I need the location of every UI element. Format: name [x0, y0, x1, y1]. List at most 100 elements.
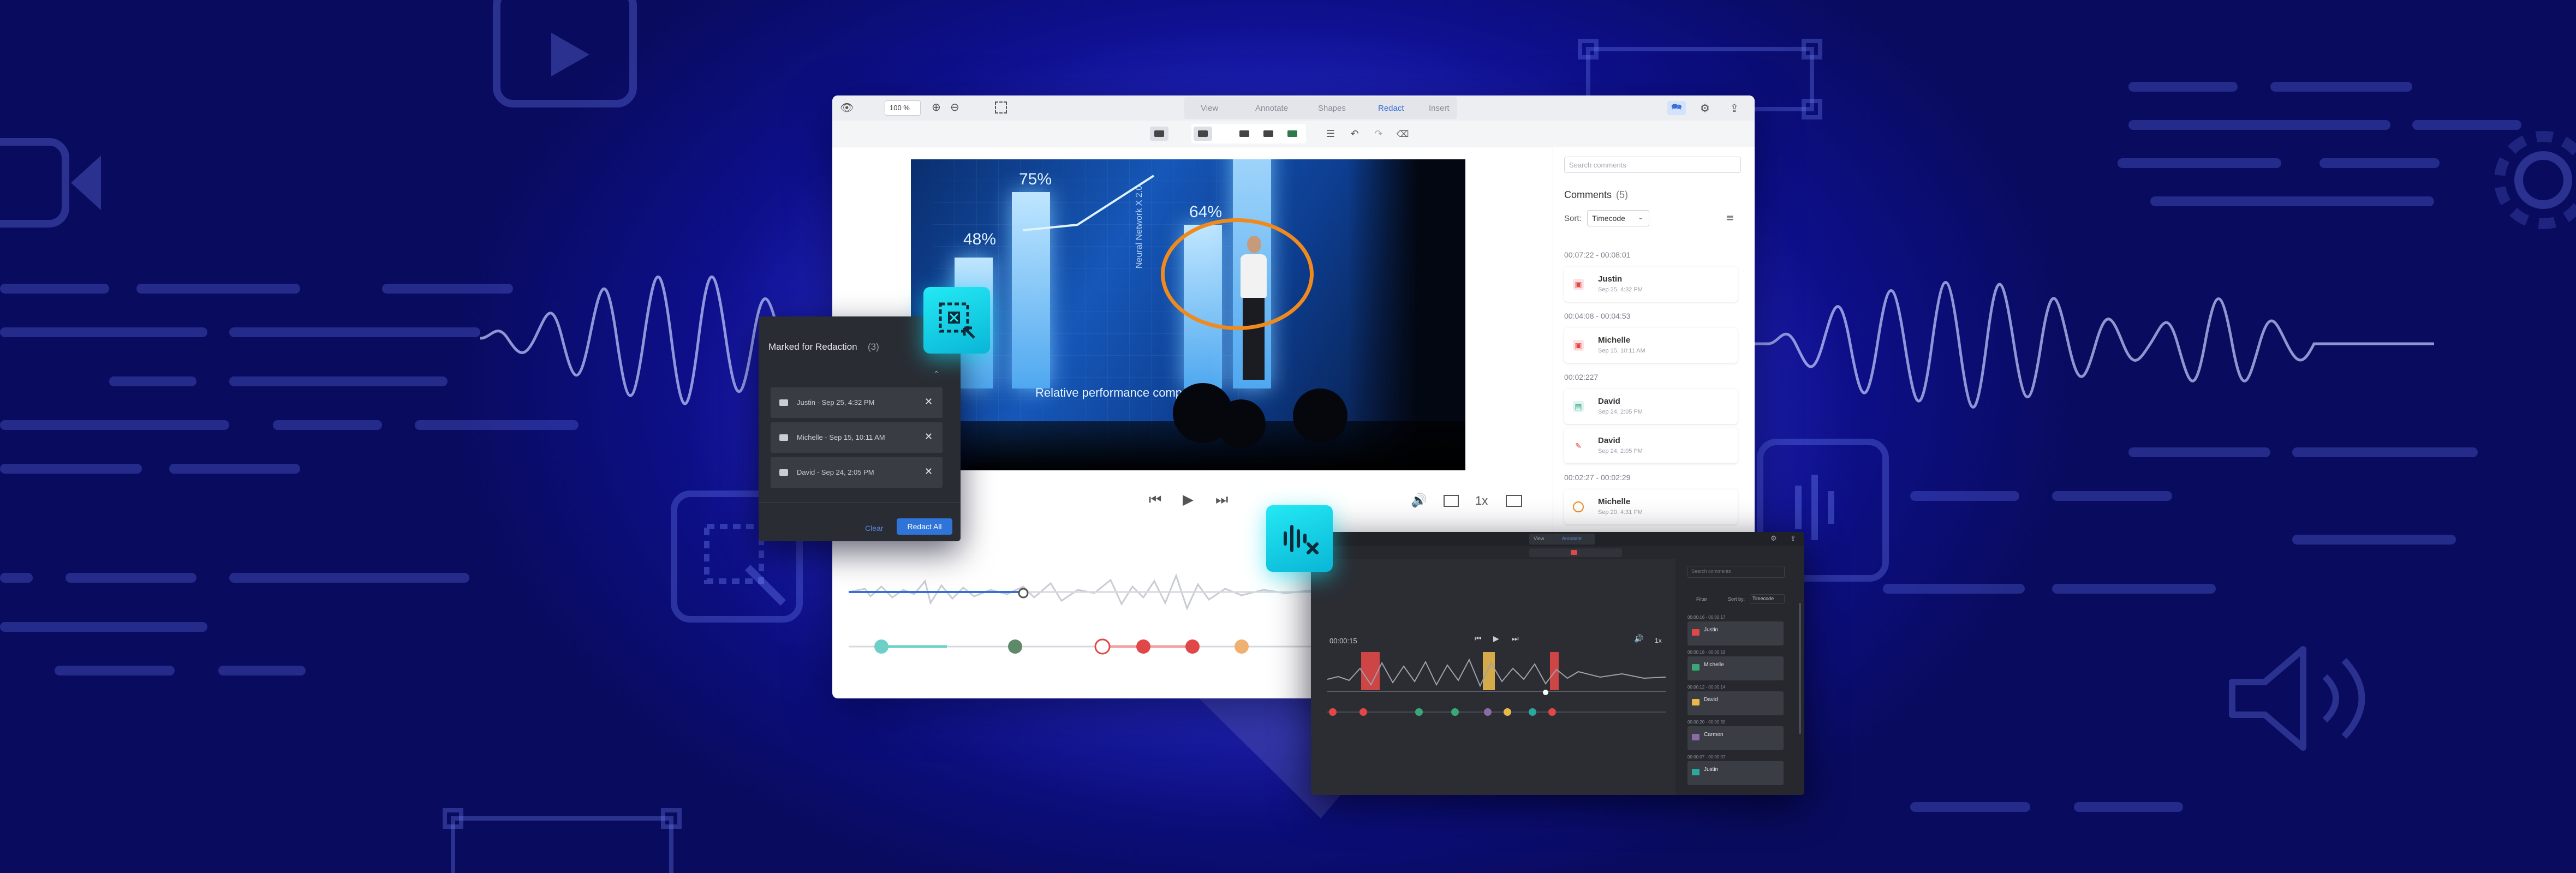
audio-waveform[interactable] — [849, 565, 1351, 619]
skip-forward-icon[interactable]: ⏭ — [1512, 635, 1519, 643]
speed-label[interactable]: 1x — [1475, 494, 1488, 508]
redaction-item[interactable]: Michelle - Sep 15, 10:11 AM ✕ — [771, 422, 943, 453]
dark-tab-annotate[interactable]: Annotate — [1562, 536, 1582, 541]
redact-area-badge — [923, 287, 990, 354]
tab-strip: View Annotate Shapes Redact Insert — [1184, 97, 1457, 119]
dark-sort-select[interactable]: Timecode — [1750, 594, 1785, 604]
zoom-select[interactable]: 100 % — [885, 100, 921, 116]
video-frame[interactable]: 48% 75% 64% Neural Network X 2.0 Relativ… — [911, 159, 1465, 470]
pen-icon: ✎ — [1575, 441, 1582, 450]
dark-comment-card[interactable]: Michelle — [1687, 656, 1784, 680]
dark-comment-card[interactable]: Justin — [1687, 761, 1784, 785]
text-comment-icon — [1692, 734, 1700, 740]
eraser-button[interactable]: ⌫ — [1393, 127, 1412, 141]
export-icon[interactable]: ⇪ — [1790, 535, 1796, 543]
volume-icon[interactable]: 🔊 — [1411, 493, 1427, 508]
comment-card[interactable]: Michelle Sep 20, 4:31 PM — [1564, 489, 1738, 524]
redact-comment-icon: ▣ — [1573, 279, 1584, 290]
zoom-out-icon[interactable]: ⊖ — [950, 100, 959, 113]
redact-audio-button[interactable] — [1283, 127, 1302, 141]
tab-insert[interactable]: Insert — [1429, 104, 1450, 113]
redact-face-icon — [1239, 130, 1249, 137]
loop-icon[interactable] — [1444, 495, 1459, 507]
settings-button[interactable]: ⚙ — [1696, 101, 1714, 115]
eye-icon[interactable]: 👁 — [840, 101, 854, 114]
zoom-in-icon[interactable]: ⊕ — [932, 100, 941, 113]
dark-tab-view[interactable]: View — [1534, 536, 1544, 541]
audience-head — [1217, 399, 1266, 449]
comments-icon: 🗪 — [1671, 101, 1682, 112]
volume-icon[interactable]: 🔊 — [1634, 635, 1643, 643]
dark-speed[interactable]: 1x — [1655, 637, 1662, 644]
dark-topbar: View Annotate ⚙ ⇪ — [1311, 532, 1804, 546]
undo-button[interactable]: ↶ — [1345, 127, 1364, 141]
play-icon[interactable]: ▶ — [1493, 635, 1499, 643]
dark-comment-author: Carmen — [1704, 732, 1724, 738]
redaction-list-button[interactable]: ☰ — [1321, 127, 1340, 141]
comment-author: Michelle — [1598, 497, 1631, 506]
dark-marker-track[interactable] — [1327, 705, 1677, 719]
close-icon[interactable]: ✕ — [925, 431, 933, 443]
comment-author: Justin — [1598, 274, 1623, 284]
redaction-item[interactable]: David - Sep 24, 2:05 PM ✕ — [771, 457, 943, 488]
text-comment-icon — [1692, 664, 1700, 671]
redact-comment-icon — [1692, 629, 1700, 636]
sort-select[interactable]: Timecode ⌄ — [1587, 210, 1649, 226]
redact-object-button[interactable] — [1259, 127, 1278, 141]
close-icon[interactable]: ✕ — [925, 466, 933, 477]
gear-icon[interactable]: ⚙ — [1770, 535, 1777, 543]
redact-video-button[interactable] — [1150, 127, 1168, 141]
dark-search-input[interactable]: Search comments — [1687, 566, 1785, 578]
tab-view[interactable]: View — [1201, 104, 1218, 113]
dark-comment-card[interactable]: Carmen — [1687, 726, 1784, 750]
dark-comment-range: 00:00:16 - 00:00:17 — [1687, 615, 1726, 620]
comments-toggle-button[interactable]: 🗪 — [1667, 101, 1686, 115]
fullscreen-icon[interactable] — [1506, 495, 1522, 507]
comment-card[interactable]: ▤ David Sep 24, 2:05 PM — [1564, 389, 1738, 424]
comments-search-input[interactable]: Search comments — [1564, 157, 1741, 173]
dark-filter-label[interactable]: Filter — [1696, 596, 1707, 602]
comment-card[interactable]: ▣ Justin Sep 25, 4:32 PM — [1564, 267, 1738, 302]
dark-search-placeholder: Search comments — [1691, 569, 1731, 574]
dark-comment-range: 00:00:20 - 00:00:30 — [1687, 720, 1726, 725]
scrollbar[interactable] — [1799, 603, 1801, 734]
chevron-up-icon[interactable]: ⌃ — [933, 370, 940, 379]
tab-annotate[interactable]: Annotate — [1255, 104, 1288, 113]
close-icon[interactable]: ✕ — [925, 396, 933, 408]
dark-comment-card[interactable]: David — [1687, 691, 1784, 715]
highlight-ellipse[interactable] — [1161, 218, 1314, 330]
redaction-item[interactable]: Justin - Sep 25, 4:32 PM ✕ — [771, 387, 943, 418]
tab-shapes[interactable]: Shapes — [1318, 104, 1346, 113]
skip-back-icon[interactable]: ⏮ — [1149, 492, 1161, 509]
filter-icon[interactable]: ≡ — [1726, 212, 1734, 224]
redact-toolbar: ☰ ↶ ↷ ⌫ — [832, 121, 1755, 147]
export-button[interactable]: ⇪ — [1725, 101, 1744, 115]
dark-comment-range: 00:00:12 - 00:00:14 — [1687, 685, 1726, 690]
slide-caption: Relative performance compari — [1035, 386, 1196, 399]
sort-value: Timecode — [1592, 214, 1625, 223]
skip-back-icon[interactable]: ⏮ — [1475, 635, 1482, 643]
dark-comment-card[interactable]: Justin — [1687, 621, 1784, 645]
redo-button[interactable]: ↷ — [1369, 127, 1388, 141]
redact-all-button[interactable]: Redact All — [897, 518, 952, 535]
redact-audio-icon[interactable] — [1571, 550, 1577, 555]
tab-redact[interactable]: Redact — [1378, 104, 1404, 113]
comment-card[interactable]: ▣ Michelle Sep 15, 10:11 AM — [1564, 328, 1738, 363]
play-icon[interactable]: ▶ — [1183, 492, 1194, 508]
chevron-down-icon: ⌄ — [1638, 213, 1644, 221]
comment-author: David — [1598, 397, 1620, 406]
redact-area-button[interactable] — [1194, 127, 1212, 141]
dark-audio-waveform[interactable] — [1327, 647, 1677, 696]
dark-comment-range: 00:00:07 - 00:00:07 — [1687, 755, 1726, 760]
dark-comment-author: Michelle — [1704, 662, 1724, 668]
select-region-icon[interactable] — [995, 101, 1007, 113]
comment-card[interactable]: ✎ David Sep 24, 2:05 PM — [1564, 428, 1738, 463]
comment-time: Sep 24, 2:05 PM — [1598, 409, 1643, 415]
redaction-item-label: Michelle - Sep 15, 10:11 AM — [797, 433, 885, 441]
redact-face-button[interactable] — [1235, 127, 1254, 141]
redact-video-icon — [779, 434, 788, 441]
skip-forward-icon[interactable]: ⏭ — [1215, 492, 1228, 509]
clear-button[interactable]: Clear — [865, 524, 883, 533]
search-placeholder: Search comments — [1569, 161, 1626, 169]
dark-audio-editor-window: View Annotate ⚙ ⇪ 00:00:15 ⏮ ▶ ⏭ 🔊 1x Se… — [1311, 532, 1804, 795]
